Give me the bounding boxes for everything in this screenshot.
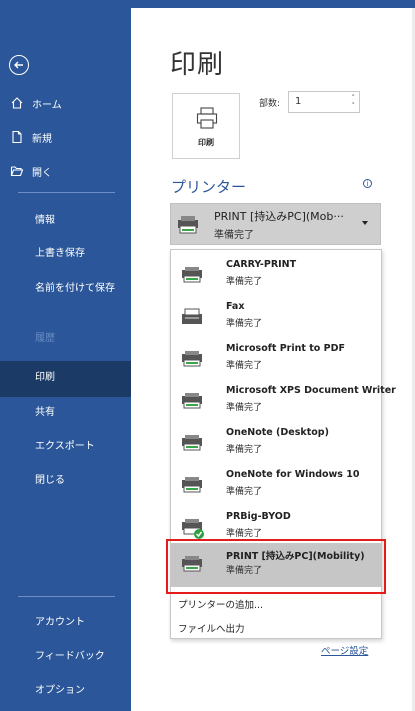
copies-label: 部数: [259,99,281,109]
chevron-down-icon [362,221,368,225]
backstage-sidebar: ホーム 新規 開く 情報 上書き保存 名前を付けて保存 履歴 印刷 共有 エクス… [0,8,131,711]
printer-option[interactable]: Microsoft Print to PDF 準備完了 [171,338,381,380]
sidebar-item-options[interactable]: オプション [35,685,125,697]
sidebar-item-close[interactable]: 閉じる [35,475,125,487]
print-to-file-option[interactable]: ファイルへ出力 [178,621,245,635]
home-icon [10,96,24,110]
printer-option[interactable]: CARRY-PRINT 準備完了 [171,254,381,296]
printer-option-name: OneNote for Windows 10 [226,469,360,480]
sidebar-item-new[interactable]: 新規 [0,121,131,153]
back-arrow-icon[interactable] [9,55,29,75]
sidebar-item-feedback[interactable]: フィードバック [35,651,125,663]
title-bar-strip [0,0,415,8]
sidebar-item-print[interactable]: 印刷 [35,372,125,384]
copies-stepper[interactable]: 1 ˄ ˅ [288,91,360,113]
new-document-icon [10,130,24,144]
printer-select[interactable]: PRINT [持込みPC](Mob··· 準備完了 [170,203,381,245]
printer-icon [180,392,204,414]
page-setup-link[interactable]: ページ設定 [321,643,368,657]
folder-open-icon [10,164,24,178]
printer-option-name: CARRY-PRINT [226,259,297,270]
sidebar-item-open[interactable]: 開く [0,155,131,187]
printer-option-name: Microsoft XPS Document Writer [226,385,396,396]
printer-option-status: 準備完了 [226,361,263,371]
add-printer-link[interactable]: プリンターの追加... [178,597,263,611]
sidebar-divider [18,192,115,193]
sidebar-item-save-as[interactable]: 名前を付けて保存 [35,283,125,295]
printer-option-name: OneNote (Desktop) [226,427,329,438]
spinner-arrows-icon[interactable]: ˄ ˅ [352,94,356,110]
printer-icon [176,215,200,239]
selected-printer-name: PRINT [持込みPC](Mob··· [214,210,344,223]
printer-icon [195,106,219,134]
printer-option-status: 準備完了 [226,487,263,497]
printer-option-name: Microsoft Print to PDF [226,343,345,354]
print-button[interactable]: 印刷 [172,93,240,159]
printer-option-status: 準備完了 [226,529,263,539]
printer-option[interactable]: OneNote for Windows 10 準備完了 [171,464,381,506]
fax-icon [180,308,204,330]
printer-option-status: 準備完了 [226,277,263,287]
info-icon[interactable]: i [363,179,372,188]
sidebar-item-label: ホーム [32,99,62,111]
printer-option[interactable]: OneNote (Desktop) 準備完了 [171,422,381,464]
sidebar-item-info[interactable]: 情報 [35,215,125,227]
printer-icon [180,476,204,498]
printer-icon [180,266,204,288]
printer-option-status: 準備完了 [226,445,263,455]
sidebar-item-save[interactable]: 上書き保存 [35,248,125,260]
print-button-label: 印刷 [198,138,214,147]
selection-highlight-outline [166,539,386,594]
sidebar-item-home[interactable]: ホーム [0,87,131,119]
selected-printer-status: 準備完了 [214,230,254,241]
printer-icon [180,434,204,456]
sidebar-item-label: 新規 [32,133,52,145]
printer-option[interactable]: Microsoft XPS Document Writer 準備完了 [171,380,396,422]
sidebar-item-export[interactable]: エクスポート [35,441,125,453]
printer-option-status: 準備完了 [226,319,263,329]
printer-heading: プリンター [171,178,247,196]
page-title: 印刷 [170,50,225,80]
sidebar-item-history: 履歴 [35,333,55,344]
printer-option-name: PRBig-BYOD [226,511,291,522]
copies-value: 1 [295,96,302,107]
sidebar-item-account[interactable]: アカウント [35,617,125,629]
sidebar-item-label: 開く [32,167,52,179]
printer-icon [180,350,204,372]
sidebar-divider [18,596,115,597]
printer-option[interactable]: Fax 準備完了 [171,296,381,338]
printer-option-status: 準備完了 [226,403,263,413]
sidebar-item-share[interactable]: 共有 [35,407,125,419]
printer-option-name: Fax [226,301,245,312]
